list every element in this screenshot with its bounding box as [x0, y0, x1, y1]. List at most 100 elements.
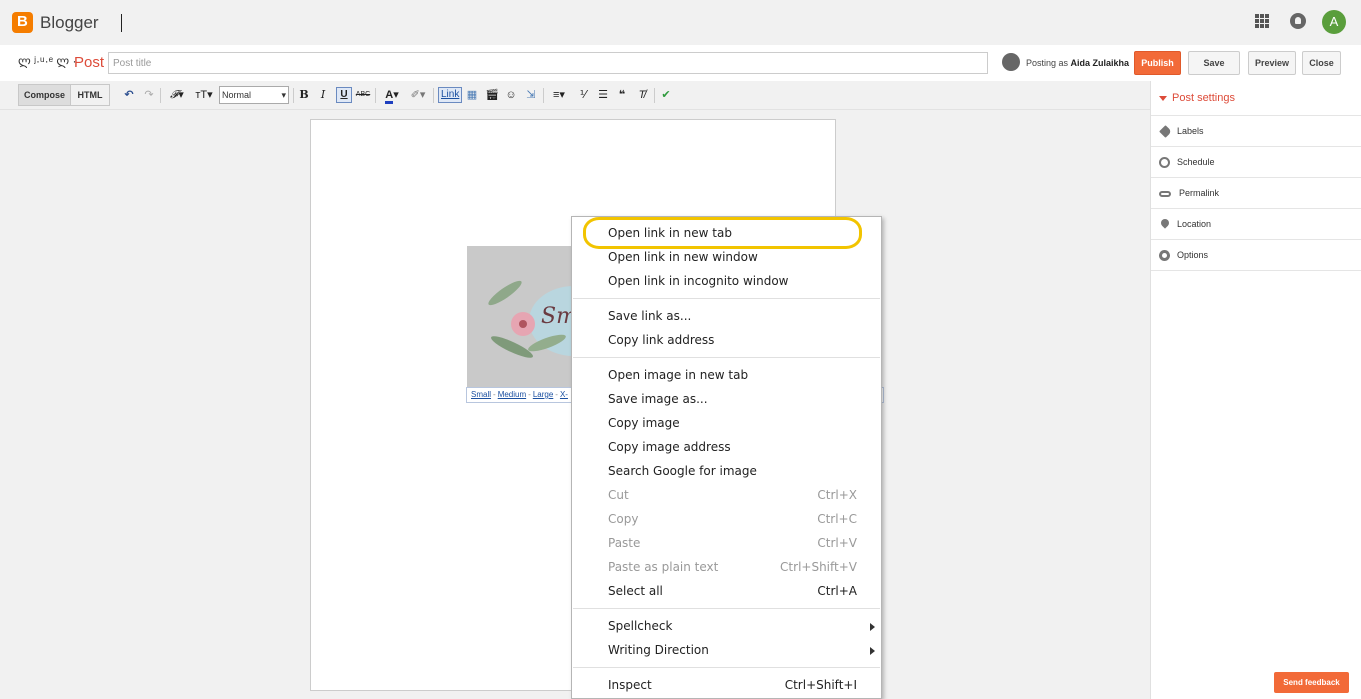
- pin-icon: [1159, 217, 1171, 229]
- clock-icon: [1159, 157, 1170, 168]
- app-name[interactable]: Blogger: [40, 13, 99, 33]
- font-size-icon[interactable]: тT▾: [192, 86, 216, 104]
- strikethrough-button[interactable]: ABC: [355, 86, 371, 104]
- menu-item-paste-plain[interactable]: Paste as plain text Ctrl+Shift+V: [572, 555, 881, 579]
- post-settings-header[interactable]: Post settings: [1151, 81, 1361, 116]
- sidebar-item-label: Schedule: [1177, 157, 1215, 167]
- sidebar-item-options[interactable]: Options: [1151, 240, 1361, 271]
- save-button[interactable]: Save: [1188, 51, 1240, 75]
- post-settings-label: Post settings: [1172, 92, 1235, 104]
- shortcut-copy: Ctrl+C: [817, 512, 857, 526]
- toolbar-divider: [654, 88, 655, 103]
- menu-item-select-all[interactable]: Select all Ctrl+A: [572, 579, 881, 603]
- text-color-icon[interactable]: A▾: [380, 86, 404, 104]
- toolbar-divider: [433, 88, 434, 103]
- user-avatar: [1002, 53, 1020, 71]
- shortcut-select-all: Ctrl+A: [817, 584, 857, 598]
- redo-icon[interactable]: ↷: [142, 86, 156, 104]
- image-size-small-link[interactable]: Small: [471, 390, 491, 399]
- menu-item-copy-link-address[interactable]: Copy link address: [572, 328, 881, 352]
- menu-separator: [573, 357, 880, 358]
- compose-mode-button[interactable]: Compose: [18, 84, 71, 106]
- notifications-bell-icon[interactable]: [1290, 13, 1306, 29]
- menu-item-copy-image-address[interactable]: Copy image address: [572, 435, 881, 459]
- divider: [121, 14, 122, 32]
- blog-name[interactable]: ლ ʲ·ᵘ·ᵉ ლ ·: [18, 54, 77, 68]
- menu-item-open-link-new-tab[interactable]: Open link in new tab: [572, 221, 881, 245]
- menu-item-writing-direction[interactable]: Writing Direction: [572, 638, 881, 662]
- sidebar-item-label: Labels: [1177, 126, 1204, 136]
- menu-item-paste[interactable]: Paste Ctrl+V: [572, 531, 881, 555]
- submenu-arrow-icon: [870, 647, 875, 655]
- menu-item-inspect[interactable]: Inspect Ctrl+Shift+I: [572, 673, 881, 697]
- blogger-logo-icon[interactable]: B: [12, 12, 33, 33]
- menu-item-save-image-as[interactable]: Save image as...: [572, 387, 881, 411]
- highlight-color-icon[interactable]: ✐▾: [407, 86, 429, 104]
- top-bar: B Blogger A: [0, 0, 1361, 45]
- sidebar-item-permalink[interactable]: Permalink: [1151, 178, 1361, 209]
- html-mode-button[interactable]: HTML: [70, 84, 110, 106]
- alignment-icon[interactable]: ≡▾: [548, 86, 570, 104]
- user-name: Aida Zulaikha: [1070, 58, 1130, 68]
- post-title-input[interactable]: [108, 52, 988, 74]
- spellcheck-icon[interactable]: ✔: [659, 86, 673, 104]
- image-size-xlarge-link[interactable]: X-: [560, 390, 568, 399]
- insert-jump-break-icon[interactable]: ⇲: [523, 86, 539, 104]
- insert-image-icon[interactable]: ▦: [465, 86, 479, 104]
- menu-item-search-google-image[interactable]: Search Google for image: [572, 459, 881, 483]
- editor-toolbar: Compose HTML ↶ ↷ 𝓕▾ тT▾ Normal B I U ABC…: [0, 81, 1150, 110]
- menu-item-copy-image[interactable]: Copy image: [572, 411, 881, 435]
- context-menu: Open link in new tab Open link in new wi…: [571, 216, 882, 699]
- sidebar-item-schedule[interactable]: Schedule: [1151, 147, 1361, 178]
- account-avatar[interactable]: A: [1322, 10, 1346, 34]
- insert-video-icon[interactable]: 🎬︎: [485, 86, 499, 104]
- post-title-row: ლ ʲ·ᵘ·ᵉ ლ · Post Posting as Aida Zulaikh…: [0, 45, 1361, 81]
- send-feedback-button[interactable]: Send feedback: [1274, 672, 1349, 693]
- sidebar-item-location[interactable]: Location: [1151, 209, 1361, 240]
- image-size-large-link[interactable]: Large: [533, 390, 553, 399]
- menu-item-open-link-new-window[interactable]: Open link in new window: [572, 245, 881, 269]
- close-button[interactable]: Close: [1302, 51, 1341, 75]
- toolbar-divider: [293, 88, 294, 103]
- sidebar-item-label: Options: [1177, 250, 1209, 260]
- quote-icon[interactable]: ❝: [615, 86, 629, 104]
- sidebar-item-label: Location: [1177, 219, 1212, 229]
- gear-icon: [1159, 250, 1170, 261]
- menu-separator: [573, 608, 880, 609]
- shortcut-paste-plain: Ctrl+Shift+V: [780, 560, 857, 574]
- font-family-icon[interactable]: 𝓕▾: [166, 86, 188, 104]
- undo-icon[interactable]: ↶: [122, 86, 136, 104]
- post-image[interactable]: Sm: [467, 246, 573, 387]
- menu-item-open-image-new-tab[interactable]: Open image in new tab: [572, 363, 881, 387]
- toolbar-divider: [375, 88, 376, 103]
- bold-button[interactable]: B: [298, 86, 310, 104]
- apps-grid-icon[interactable]: [1255, 14, 1269, 28]
- collapse-triangle-icon: [1159, 96, 1167, 101]
- shortcut-cut: Ctrl+X: [817, 488, 857, 502]
- underline-button[interactable]: U: [336, 87, 352, 103]
- post-settings-sidebar: Post settings Labels Schedule Permalink …: [1150, 81, 1361, 699]
- menu-item-copy[interactable]: Copy Ctrl+C: [572, 507, 881, 531]
- format-select[interactable]: Normal: [219, 86, 289, 104]
- toolbar-divider: [543, 88, 544, 103]
- menu-item-cut[interactable]: Cut Ctrl+X: [572, 483, 881, 507]
- posting-as-text: Posting as Aida Zulaikha: [1026, 58, 1130, 68]
- sidebar-item-labels[interactable]: Labels: [1151, 116, 1361, 147]
- menu-item-save-link-as[interactable]: Save link as...: [572, 304, 881, 328]
- shortcut-paste: Ctrl+V: [817, 536, 857, 550]
- italic-button[interactable]: I: [317, 86, 329, 104]
- shortcut-inspect: Ctrl+Shift+I: [784, 678, 857, 692]
- remove-formatting-icon[interactable]: T̸: [634, 86, 650, 104]
- link-icon: [1159, 191, 1171, 197]
- bulleted-list-icon[interactable]: ☰: [596, 86, 610, 104]
- link-button[interactable]: Link: [438, 87, 463, 103]
- menu-item-open-link-incognito[interactable]: Open link in incognito window: [572, 269, 881, 293]
- insert-emoji-icon[interactable]: ☺: [504, 86, 518, 104]
- breadcrumb-post: Post: [74, 54, 105, 71]
- toolbar-divider: [160, 88, 161, 103]
- menu-item-spellcheck[interactable]: Spellcheck: [572, 614, 881, 638]
- image-size-medium-link[interactable]: Medium: [498, 390, 526, 399]
- publish-button[interactable]: Publish: [1134, 51, 1181, 75]
- preview-button[interactable]: Preview: [1248, 51, 1296, 75]
- numbered-list-icon[interactable]: ⅟: [576, 86, 590, 104]
